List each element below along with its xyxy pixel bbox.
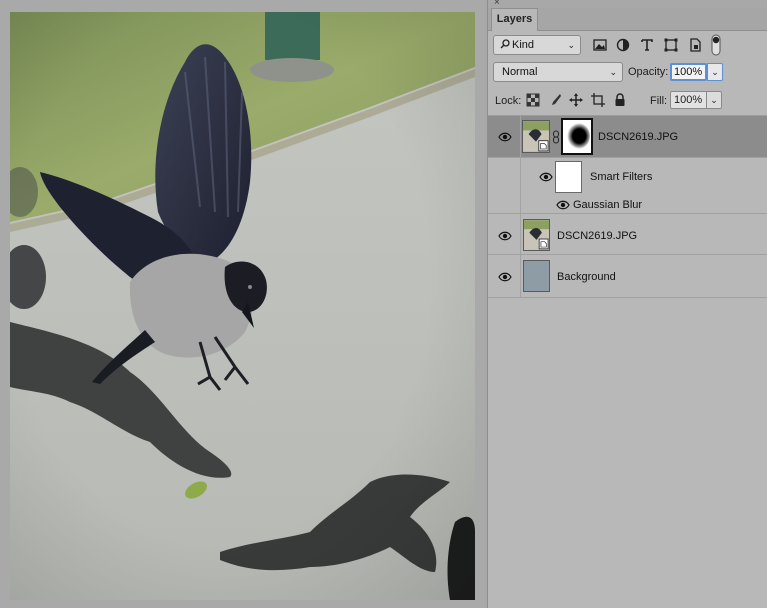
layer-kind-filter-select[interactable]: Kind ⌄: [493, 35, 581, 55]
lock-artboard-icon[interactable]: [591, 93, 605, 107]
image-filter-icon[interactable]: [592, 37, 608, 53]
filter-toggle-icon[interactable]: [710, 34, 722, 56]
eye-icon[interactable]: [498, 272, 512, 282]
fill-dropdown-button[interactable]: ⌄: [706, 91, 722, 109]
smart-object-filter-icon[interactable]: [687, 37, 703, 53]
chevron-down-icon: ⌄: [609, 67, 617, 77]
opacity-label: Opacity:: [628, 66, 669, 78]
layer-row-background[interactable]: Background: [488, 255, 767, 298]
smart-filters-row[interactable]: Smart Filters Gaussian Blur: [488, 158, 767, 214]
panel-titlebar: ×: [488, 0, 767, 8]
lock-image-icon[interactable]: [548, 93, 562, 107]
type-filter-icon[interactable]: [639, 37, 655, 53]
lock-all-icon[interactable]: [613, 93, 627, 107]
layer-row-smart-object[interactable]: DSCN2619.JPG: [488, 214, 767, 255]
eye-icon[interactable]: [556, 200, 570, 210]
close-icon[interactable]: ×: [494, 0, 500, 8]
adjustment-filter-icon[interactable]: [615, 37, 631, 53]
eye-icon[interactable]: [539, 172, 553, 182]
layer-row-smart-object-selected[interactable]: DSCN2619.JPG: [488, 116, 767, 158]
search-icon: [500, 39, 510, 49]
tab-layers[interactable]: Layers: [491, 8, 538, 31]
layer-name[interactable]: DSCN2619.JPG: [557, 230, 637, 242]
layer-thumbnail: [523, 260, 550, 292]
layer-thumbnail: [523, 219, 550, 251]
mask-thumbnail[interactable]: [561, 118, 593, 155]
eye-icon[interactable]: [498, 132, 512, 142]
blend-mode-value: Normal: [502, 66, 538, 78]
chevron-down-icon: ⌄: [711, 67, 719, 77]
link-icon[interactable]: [552, 130, 560, 144]
lock-label: Lock:: [495, 95, 522, 107]
layer-name[interactable]: Background: [557, 271, 616, 283]
layers-panel: × Layers Kind ⌄ Normal ⌄ Opacity: 100% ⌄…: [487, 0, 767, 608]
eye-icon[interactable]: [498, 231, 512, 241]
fill-input[interactable]: 100%: [670, 91, 707, 109]
opacity-input[interactable]: 100%: [670, 63, 707, 81]
smart-filter-mask-thumbnail[interactable]: [555, 161, 582, 193]
document-canvas[interactable]: [0, 0, 487, 608]
filter-gaussian-blur[interactable]: Gaussian Blur: [573, 199, 642, 211]
chevron-down-icon: ⌄: [710, 95, 718, 105]
visibility-column: [488, 158, 521, 213]
fill-label: Fill:: [650, 95, 668, 107]
shape-filter-icon[interactable]: [663, 37, 679, 53]
layer-name[interactable]: DSCN2619.JPG: [598, 131, 678, 143]
canvas-image[interactable]: [10, 12, 475, 600]
lock-position-icon[interactable]: [569, 93, 583, 107]
smart-filters-label[interactable]: Smart Filters: [590, 171, 652, 183]
layer-thumbnail: [522, 120, 550, 153]
panel-tab-strip: Layers: [488, 8, 767, 31]
kind-filter-label: Kind: [512, 39, 535, 51]
blend-mode-select[interactable]: Normal ⌄: [493, 62, 623, 82]
chevron-down-icon: ⌄: [567, 40, 575, 50]
opacity-dropdown-button[interactable]: ⌄: [707, 63, 723, 81]
lock-transparent-icon[interactable]: [526, 93, 540, 107]
